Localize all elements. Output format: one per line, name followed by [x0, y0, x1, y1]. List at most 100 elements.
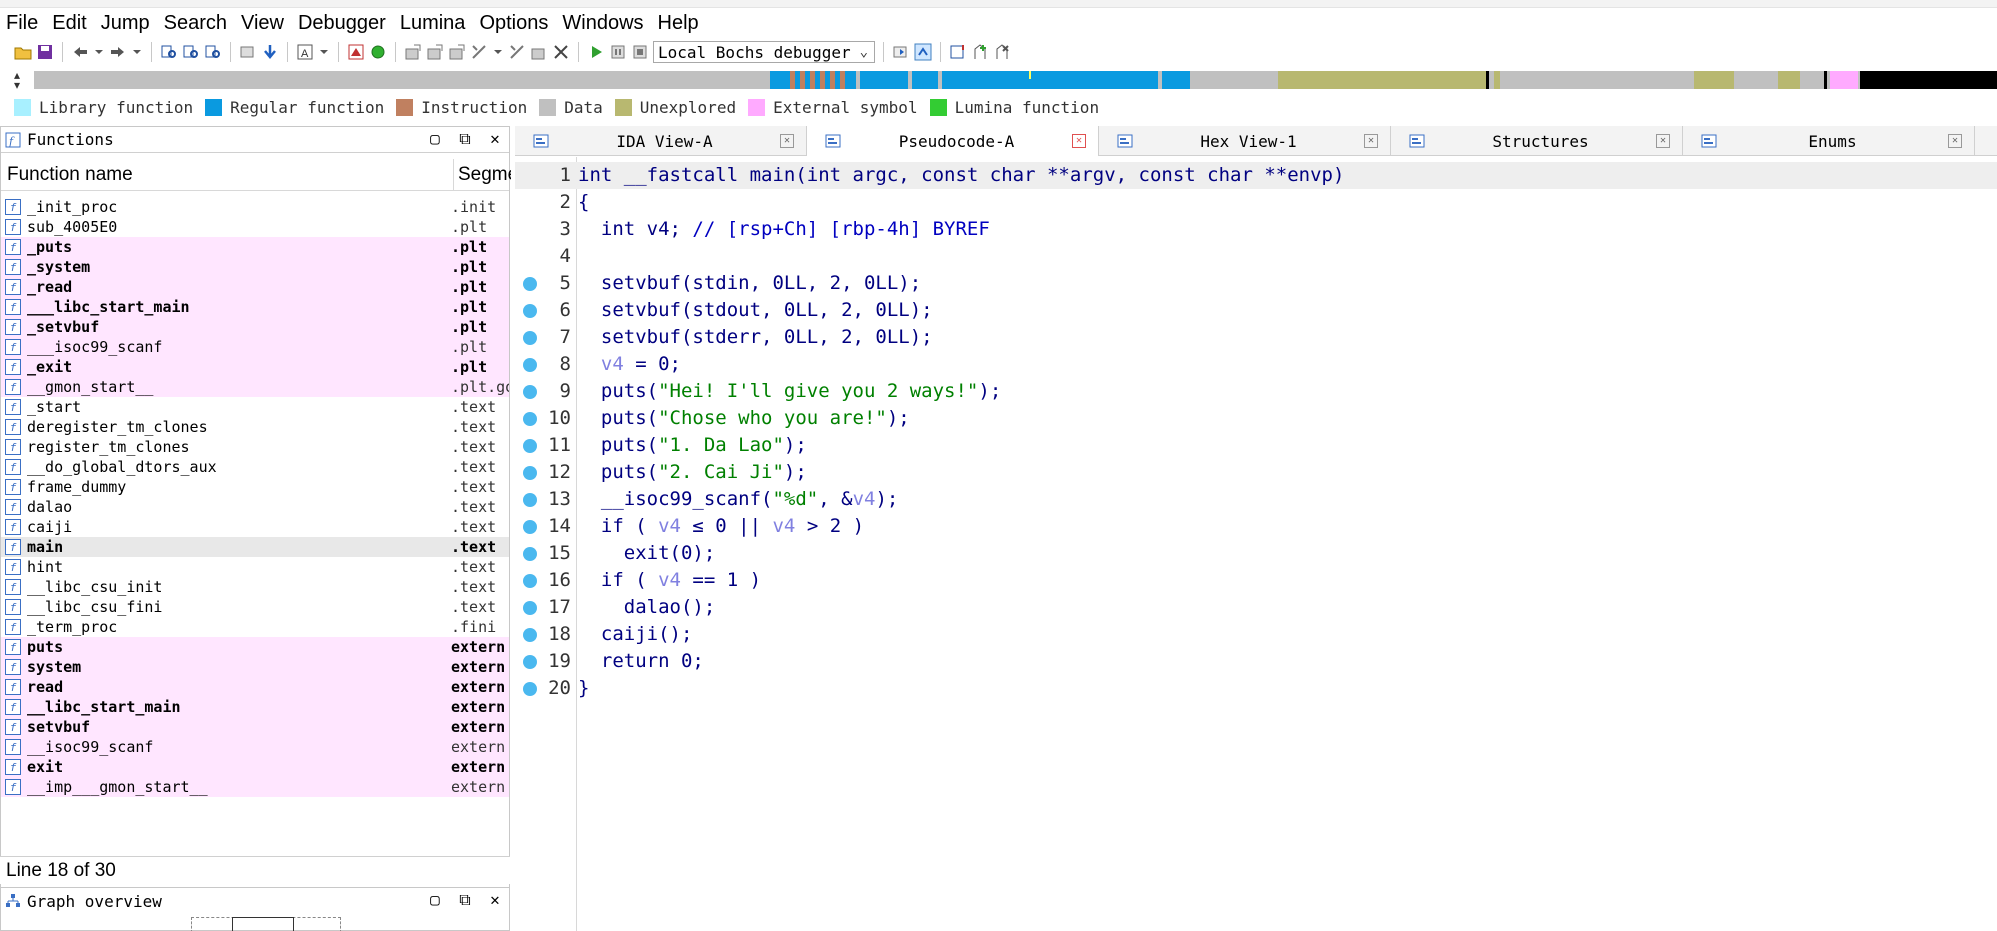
- function-row[interactable]: f exit extern: [1, 757, 509, 777]
- search-next-icon[interactable]: [239, 43, 257, 61]
- close-icon[interactable]: ✕: [1656, 134, 1670, 148]
- close-icon[interactable]: ✕: [1072, 134, 1086, 148]
- code-line[interactable]: 1 int __fastcall main(int argc, const cha…: [515, 162, 1997, 189]
- breakpoint-dot-icon[interactable]: [523, 331, 537, 345]
- patch-icon[interactable]: [508, 43, 526, 61]
- code-line[interactable]: 4: [515, 243, 1997, 270]
- step-into-icon[interactable]: [892, 43, 910, 61]
- breakpoint-dot-icon[interactable]: [523, 655, 537, 669]
- tab-hex-view-1[interactable]: Hex View-1 ✕: [1099, 126, 1391, 156]
- code-line[interactable]: 19 return 0;: [515, 648, 1997, 675]
- close-icon[interactable]: ✕: [780, 134, 794, 148]
- code-line[interactable]: 18 caiji();: [515, 621, 1997, 648]
- function-row[interactable]: f _start .text: [1, 397, 509, 417]
- breakpoint-dot-icon[interactable]: [523, 439, 537, 453]
- code-line[interactable]: 2{: [515, 189, 1997, 216]
- function-row[interactable]: f dalao .text: [1, 497, 509, 517]
- breakpoint-dot-icon[interactable]: [523, 493, 537, 507]
- menu-view[interactable]: View: [234, 12, 291, 35]
- function-row[interactable]: f setvbuf extern: [1, 717, 509, 737]
- navigation-band[interactable]: ▴ ▾: [0, 68, 1997, 92]
- code-line[interactable]: 17 dalao();: [515, 594, 1997, 621]
- function-row[interactable]: f _system .plt: [1, 257, 509, 277]
- graph-viewport[interactable]: [232, 917, 294, 931]
- navigation-strip[interactable]: [34, 71, 1997, 89]
- function-row[interactable]: f read extern: [1, 677, 509, 697]
- menu-lumina[interactable]: Lumina: [393, 12, 473, 35]
- code-line[interactable]: 7 setvbuf(stderr, 0LL, 2, 0LL);: [515, 324, 1997, 351]
- play-icon[interactable]: [587, 43, 605, 61]
- close-icon[interactable]: ✕: [485, 129, 505, 149]
- maximize-icon[interactable]: ▢: [425, 890, 445, 910]
- nav-arrows-icon[interactable]: ▴ ▾: [14, 69, 20, 91]
- breakpoint-list-icon[interactable]: [530, 43, 548, 61]
- stop-icon[interactable]: [631, 43, 649, 61]
- breakpoint-dot-icon[interactable]: [523, 520, 537, 534]
- function-row[interactable]: f _init_proc .init: [1, 197, 509, 217]
- code-line[interactable]: 9 puts("Hei! I'll give you 2 ways!");: [515, 378, 1997, 405]
- function-row[interactable]: f hint .text: [1, 557, 509, 577]
- chevron-down-icon[interactable]: [131, 43, 143, 61]
- menu-edit[interactable]: Edit: [45, 12, 93, 35]
- jump-down-icon[interactable]: [261, 43, 279, 61]
- code-line[interactable]: 16 if ( v4 == 1 ): [515, 567, 1997, 594]
- search-immediate-icon[interactable]: [204, 43, 222, 61]
- code-line[interactable]: 3 int v4; // [rsp+Ch] [rbp-4h] BYREF: [515, 216, 1997, 243]
- code-line[interactable]: 8 v4 = 0;: [515, 351, 1997, 378]
- function-row[interactable]: f ___isoc99_scanf .plt: [1, 337, 509, 357]
- breakpoint-dot-icon[interactable]: [523, 304, 537, 318]
- menu-search[interactable]: Search: [157, 12, 234, 35]
- breakpoint-dot-icon[interactable]: [523, 385, 537, 399]
- tab-ida-view-a[interactable]: IDA View-A ✕: [515, 126, 807, 156]
- menu-debugger[interactable]: Debugger: [291, 12, 393, 35]
- tab-structures[interactable]: Structures ✕: [1391, 126, 1683, 156]
- pause-icon[interactable]: [609, 43, 627, 61]
- breakpoint-dot-icon[interactable]: [523, 574, 537, 588]
- menu-jump[interactable]: Jump: [94, 12, 157, 35]
- breakpoint-dot-icon[interactable]: [523, 628, 537, 642]
- code-line[interactable]: 12 puts("2. Cai Ji");: [515, 459, 1997, 486]
- menu-file[interactable]: File: [0, 12, 45, 35]
- search-binary-icon[interactable]: [160, 43, 178, 61]
- back-arrow-icon[interactable]: [71, 43, 89, 61]
- chevron-down-icon[interactable]: [93, 43, 105, 61]
- function-row[interactable]: f main .text: [1, 537, 509, 557]
- chevron-down-icon[interactable]: [492, 43, 504, 61]
- function-row[interactable]: f _setvbuf .plt: [1, 317, 509, 337]
- code-line[interactable]: 15 exit(0);: [515, 540, 1997, 567]
- column-header-segment[interactable]: Segme: [453, 159, 511, 191]
- function-row[interactable]: f __libc_csu_init .text: [1, 577, 509, 597]
- menu-windows[interactable]: Windows: [555, 12, 650, 35]
- function-row[interactable]: f sub_4005E0 .plt: [1, 217, 509, 237]
- code-line[interactable]: 6 setvbuf(stdout, 0LL, 2, 0LL);: [515, 297, 1997, 324]
- create-function-icon[interactable]: [404, 43, 422, 61]
- step-over-icon[interactable]: [914, 43, 932, 61]
- code-line[interactable]: 5 setvbuf(stdin, 0LL, 2, 0LL);: [515, 270, 1997, 297]
- close-icon[interactable]: ✕: [1364, 134, 1378, 148]
- function-row[interactable]: f __gmon_start__ .plt.go: [1, 377, 509, 397]
- menu-options[interactable]: Options: [472, 12, 555, 35]
- function-row[interactable]: f ___libc_start_main .plt: [1, 297, 509, 317]
- function-row[interactable]: f _exit .plt: [1, 357, 509, 377]
- breakpoint-dot-icon[interactable]: [523, 547, 537, 561]
- maximize-icon[interactable]: ▢: [425, 129, 445, 149]
- graph-view-icon[interactable]: [347, 43, 365, 61]
- function-row[interactable]: f frame_dummy .text: [1, 477, 509, 497]
- code-line[interactable]: 20}: [515, 675, 1997, 702]
- breakpoint-dot-icon[interactable]: [523, 412, 537, 426]
- debugger-select[interactable]: Local Bochs debugger ⌄: [653, 41, 875, 63]
- float-window-icon[interactable]: ⧉: [455, 890, 475, 910]
- function-row[interactable]: f __do_global_dtors_aux .text: [1, 457, 509, 477]
- function-row[interactable]: f __libc_csu_fini .text: [1, 597, 509, 617]
- menu-help[interactable]: Help: [651, 12, 706, 35]
- close-x-icon[interactable]: [552, 43, 570, 61]
- search-text-icon[interactable]: [182, 43, 200, 61]
- breakpoint-dot-icon[interactable]: [523, 601, 537, 615]
- function-row[interactable]: f puts extern: [1, 637, 509, 657]
- open-folder-icon[interactable]: [14, 43, 32, 61]
- function-row[interactable]: f _read .plt: [1, 277, 509, 297]
- pseudocode-view[interactable]: 1 int __fastcall main(int argc, const cha…: [515, 157, 1997, 931]
- function-row[interactable]: f deregister_tm_clones .text: [1, 417, 509, 437]
- function-row[interactable]: f register_tm_clones .text: [1, 437, 509, 457]
- tab-enums[interactable]: Enums ✕: [1683, 126, 1975, 156]
